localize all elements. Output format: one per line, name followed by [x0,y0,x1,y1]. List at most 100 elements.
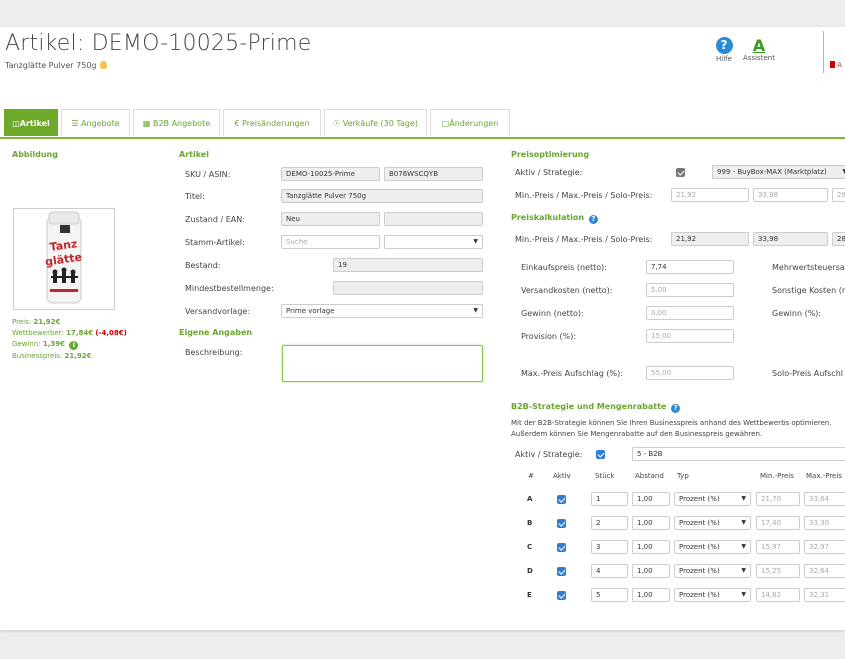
row-active-checkbox[interactable] [557,519,566,528]
provision-input[interactable]: 15,00 [646,329,734,343]
row-key: A [527,495,533,503]
min-order-field[interactable] [333,281,483,295]
row-qty-input[interactable]: 4 [591,564,628,578]
row-type-select[interactable]: Prozent (%) [674,540,751,554]
help-label: Hilfe [716,55,732,63]
product-image[interactable]: Tanz glätte [13,208,115,310]
assistant-button[interactable]: A Assistent [741,37,777,62]
master-search-input[interactable]: Suche [281,235,380,249]
po-strategy-select[interactable]: 999 - BuyBox-MAX (Marktplatz) [712,165,845,179]
info-icon[interactable]: ? [671,404,681,413]
row-qty-input[interactable]: 1 [591,492,628,506]
po-min-input[interactable]: 21,92 [671,188,749,202]
row-min-price-input[interactable]: 14,82 [756,588,800,602]
profit-input[interactable]: 0,00 [646,306,734,320]
people-icon: ☉ [333,119,343,128]
row-max-price-input[interactable]: 32,31 [804,588,845,602]
row-active-checkbox[interactable] [557,591,566,600]
col-active: Aktiv [553,472,571,480]
row-key: D [527,567,533,575]
tab-preisaenderungen[interactable]: € Preisänderungen [223,109,321,136]
shipping-select[interactable]: Prime vorlage [281,304,483,318]
row-max-price-input[interactable]: 32,64 [804,564,845,578]
row-qty-input[interactable]: 2 [591,516,628,530]
row-key: B [527,519,533,527]
b2b-active-checkbox[interactable] [596,450,605,459]
title-field[interactable]: Tanzglätte Pulver 750g [281,189,483,203]
condition-field[interactable]: Neu [281,212,380,226]
status-badge[interactable]: A [830,61,842,69]
tab-angebote[interactable]: ☰ Angebote [61,109,130,136]
row-distance-input[interactable]: 1,00 [632,516,670,530]
row-distance-input[interactable]: 1,00 [632,492,670,506]
price-line: Preis: 21,92€ [12,318,61,326]
pc-min-field[interactable]: 21,92 [671,232,749,246]
tab-artikel[interactable]: ◫Artikel [4,109,58,136]
row-qty-input[interactable]: 3 [591,540,628,554]
pc-max-field[interactable]: 33,98 [753,232,828,246]
col-type: Typ [677,472,689,480]
row-qty-input[interactable]: 5 [591,588,628,602]
master-select[interactable] [384,235,483,249]
other-cost-label: Sonstige Kosten (n [772,286,845,295]
row-type-select[interactable]: Prozent (%) [674,516,751,530]
tab-aenderungen[interactable]: □Änderungen [430,109,510,136]
po-minmax-label: Min.-Preis / Max.-Preis / Solo-Preis: [515,191,653,200]
b2b-heading: B2B-Strategie und Mengenrabatte ? [511,402,681,413]
product-bottle-image: Tanz glätte [44,211,83,304]
page-title: Artikel: DEMO-10025-Prime [5,31,312,56]
row-distance-input[interactable]: 1,00 [632,564,670,578]
row-type-select[interactable]: Prozent (%) [674,492,751,506]
row-min-price-input[interactable]: 21,70 [756,492,800,506]
briefcase-icon: ▦ [142,119,153,128]
tab-b2b-angebote[interactable]: ▦ B2B Angebote [133,109,220,136]
row-max-price-input[interactable]: 33,30 [804,516,845,530]
info-icon[interactable]: i [69,341,79,350]
info-icon[interactable]: ? [588,215,598,224]
price-calc-heading: Preiskalkulation ? [511,213,598,224]
sku-field[interactable]: DEMO-10025-Prime [281,167,380,181]
row-distance-input[interactable]: 1,00 [632,540,670,554]
po-solo-input[interactable]: 28 [832,188,845,202]
asin-field[interactable]: B076WSCQYB [384,167,483,181]
page: Artikel: DEMO-10025-Prime Tanzglätte Pul… [0,27,845,630]
max-markup-input[interactable]: 55,00 [646,366,734,380]
row-key: C [527,543,533,551]
row-key: E [527,591,532,599]
pc-minmax-label: Min.-Preis / Max.-Preis / Solo-Preis: [515,235,653,244]
lightbulb-icon[interactable] [99,61,107,69]
row-active-checkbox[interactable] [557,495,566,504]
condition-label: Zustand / EAN: [185,215,245,224]
price-optimization-heading: Preisoptimierung [511,150,590,159]
row-active-checkbox[interactable] [557,567,566,576]
image-heading: Abbildung [12,150,58,159]
row-active-checkbox[interactable] [557,543,566,552]
pc-solo-field[interactable]: 28 [832,232,845,246]
b2b-strategy-field[interactable]: 5 - B2B [632,447,845,461]
vat-label: Mehrwertsteuersa [772,263,845,272]
b2b-active-label: Aktiv / Strategie: [515,450,583,459]
ek-input[interactable]: 7,74 [646,260,734,274]
tab-verkaeufe[interactable]: ☉ Verkäufe (30 Tage) [324,109,427,136]
row-min-price-input[interactable]: 15,97 [756,540,800,554]
stock-field[interactable]: 19 [333,258,483,272]
po-active-checkbox[interactable] [676,168,685,177]
row-min-price-input[interactable]: 15,25 [756,564,800,578]
row-max-price-input[interactable]: 33,64 [804,492,845,506]
profit-label: Gewinn (netto): [521,309,584,318]
assistant-icon: A [752,36,766,55]
ean-field[interactable] [384,212,483,226]
row-max-price-input[interactable]: 32,97 [804,540,845,554]
master-label: Stamm-Artikel: [185,238,245,247]
po-max-input[interactable]: 33,98 [753,188,828,202]
help-button[interactable]: ? Hilfe [711,37,737,63]
header-divider [823,31,824,73]
description-textarea[interactable] [282,345,483,382]
row-type-select[interactable]: Prozent (%) [674,564,751,578]
max-markup-label: Max.-Preis Aufschlag (%): [521,369,623,378]
content-area: Abbildung Tanz glätte Preis: 21,92€ Wett… [0,139,845,630]
row-type-select[interactable]: Prozent (%) [674,588,751,602]
shipping-cost-input[interactable]: 5,00 [646,283,734,297]
row-min-price-input[interactable]: 17,40 [756,516,800,530]
row-distance-input[interactable]: 1,00 [632,588,670,602]
